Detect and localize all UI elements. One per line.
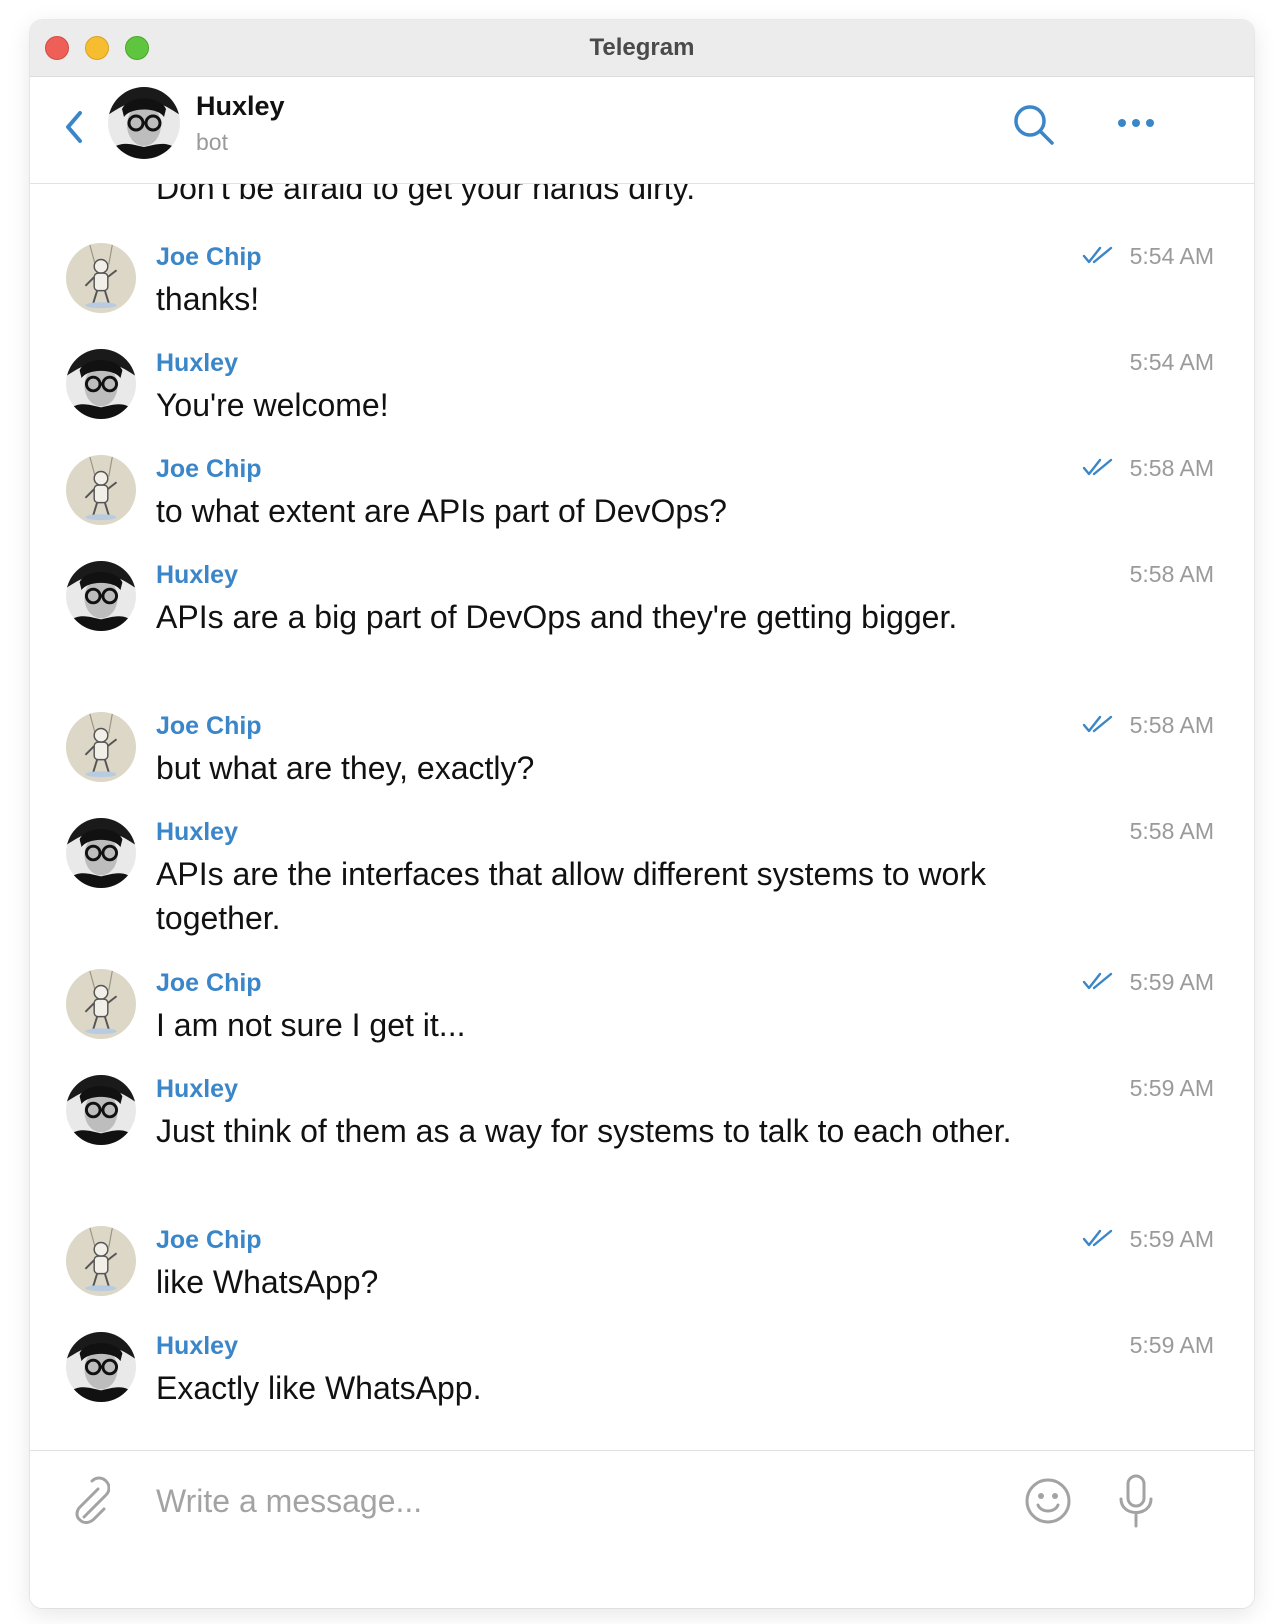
message-text: thanks! — [156, 281, 260, 317]
double-check-icon — [1082, 714, 1114, 734]
double-check-icon — [1082, 1228, 1114, 1248]
message-time: 5:59 AM — [1129, 969, 1214, 995]
message-sender[interactable]: Huxley — [156, 818, 238, 847]
huxley-avatar[interactable] — [66, 349, 136, 419]
emoji-icon — [1025, 1478, 1071, 1524]
message-sender[interactable]: Joe Chip — [156, 455, 262, 484]
message-time: 5:59 AM — [1129, 1075, 1214, 1101]
message-sender[interactable]: Huxley — [156, 1075, 238, 1104]
search-icon — [1014, 105, 1054, 145]
huxley-avatar[interactable] — [66, 1332, 136, 1402]
chat-header: Huxley bot — [30, 77, 1254, 184]
composer — [30, 1450, 1254, 1608]
emoji-button[interactable] — [1024, 1477, 1072, 1525]
message-text: to what extent are APIs part of DevOps? — [156, 493, 727, 529]
message-time: 5:58 AM — [1129, 561, 1214, 587]
chat-status: bot — [196, 129, 228, 155]
clipped-message-text: Don't be afraid to get your hands dirty. — [156, 184, 696, 206]
huxley-avatar[interactable] — [66, 1075, 136, 1145]
message-time: 5:58 AM — [1129, 818, 1214, 844]
message-text: but what are they, exactly? — [156, 750, 535, 786]
double-check-icon — [1082, 457, 1114, 477]
message-sender[interactable]: Joe Chip — [156, 969, 262, 998]
attach-button[interactable] — [64, 1475, 111, 1525]
message-time: 5:58 AM — [1129, 455, 1214, 481]
message-sender[interactable]: Joe Chip — [156, 243, 262, 272]
message-text: Just think of them as a way for systems … — [156, 1113, 1012, 1149]
telegram-window: Telegram Huxley bot Don't be afraid to g… — [30, 20, 1254, 1608]
message-sender[interactable]: Joe Chip — [156, 712, 262, 741]
message-text: like WhatsApp? — [156, 1264, 379, 1300]
message-time: 5:59 AM — [1129, 1332, 1214, 1358]
chat-avatar[interactable] — [108, 87, 180, 159]
joe-chip-avatar[interactable] — [66, 969, 136, 1039]
message-sender[interactable]: Huxley — [156, 349, 238, 378]
window-title: Telegram — [589, 34, 695, 61]
joe-chip-avatar[interactable] — [66, 1226, 136, 1296]
back-button[interactable] — [62, 107, 86, 147]
message-input[interactable] — [154, 1473, 998, 1529]
title-bar: Telegram — [30, 20, 1254, 77]
message-sender[interactable]: Huxley — [156, 1332, 238, 1361]
message-sender[interactable]: Huxley — [156, 561, 238, 590]
microphone-button[interactable] — [1116, 1473, 1156, 1529]
message-text: I am not sure I get it... — [156, 1007, 466, 1043]
huxley-avatar[interactable] — [66, 561, 136, 631]
huxley-avatar[interactable] — [66, 818, 136, 888]
more-icon — [1118, 119, 1154, 127]
message-time: 5:54 AM — [1129, 243, 1214, 269]
message-text: You're welcome! — [156, 387, 389, 423]
message-time: 5:54 AM — [1129, 349, 1214, 375]
message-time: 5:59 AM — [1129, 1226, 1214, 1252]
message-sender[interactable]: Joe Chip — [156, 1226, 262, 1255]
more-button[interactable] — [1116, 113, 1156, 133]
double-check-icon — [1082, 971, 1114, 991]
message-list[interactable]: Don't be afraid to get your hands dirty.… — [30, 184, 1254, 1450]
joe-chip-avatar[interactable] — [66, 712, 136, 782]
joe-chip-avatar[interactable] — [66, 455, 136, 525]
paperclip-icon — [75, 1476, 111, 1524]
search-button[interactable] — [1012, 103, 1056, 147]
message-text: APIs are the interfaces that allow diffe… — [156, 856, 986, 936]
joe-chip-avatar[interactable] — [66, 243, 136, 313]
message-text: Exactly like WhatsApp. — [156, 1370, 482, 1406]
microphone-icon — [1119, 1474, 1153, 1528]
message-text: APIs are a big part of DevOps and they'r… — [156, 599, 958, 635]
chevron-left-icon — [66, 111, 82, 143]
message-time: 5:58 AM — [1129, 712, 1214, 738]
chat-name: Huxley — [196, 91, 285, 121]
double-check-icon — [1082, 245, 1114, 265]
